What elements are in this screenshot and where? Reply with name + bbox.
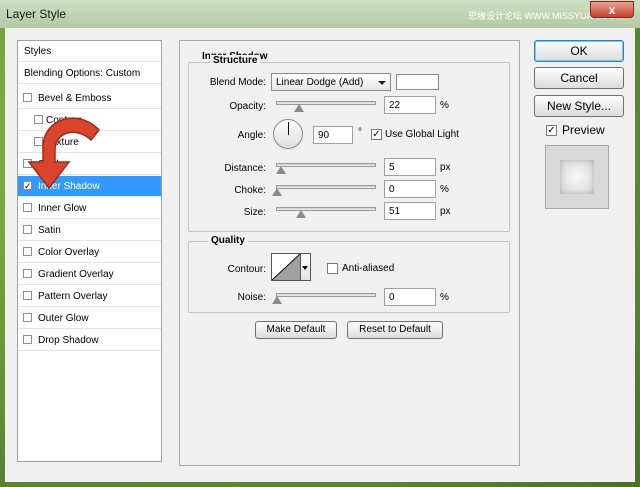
contour-preview[interactable] [271, 253, 301, 281]
noise-unit: % [440, 292, 449, 303]
style-item-pattern-overlay[interactable]: Pattern Overlay [18, 286, 161, 307]
window-title: Layer Style [6, 7, 67, 21]
inner-shadow-panel: Inner Shadow Structure Blend Mode: Linea… [179, 40, 520, 466]
slider-thumb[interactable] [275, 166, 286, 174]
distance-label: Distance: [224, 163, 266, 174]
opacity-slider[interactable] [276, 101, 376, 112]
size-label: Size: [243, 207, 266, 218]
style-preview [545, 145, 609, 209]
new-style-button[interactable]: New Style... [534, 95, 624, 117]
checkbox[interactable] [23, 335, 32, 344]
size-field[interactable]: 51 [384, 202, 436, 220]
contour-curve-icon [272, 254, 300, 280]
make-default-button[interactable]: Make Default [255, 321, 337, 339]
choke-slider[interactable] [272, 185, 376, 196]
style-item-outer-glow[interactable]: Outer Glow [18, 308, 161, 329]
style-item-drop-shadow[interactable]: Drop Shadow [18, 330, 161, 351]
use-global-light-label: Use Global Light [385, 129, 459, 140]
close-button[interactable]: x [590, 1, 634, 18]
noise-label: Noise: [237, 292, 266, 303]
ok-button[interactable]: OK [534, 40, 624, 62]
checkbox[interactable] [23, 269, 32, 278]
checkbox[interactable] [23, 203, 32, 212]
angle-field[interactable]: 90 [313, 126, 353, 144]
opacity-label: Opacity: [229, 101, 266, 112]
checkbox[interactable] [23, 93, 32, 102]
curved-arrow-icon [27, 117, 100, 190]
title-bar: Layer Style 思缘设计论坛 WWW.MISSYUAN.COM x [0, 0, 640, 28]
quality-title: Quality [208, 235, 248, 246]
chevron-down-icon [302, 266, 308, 270]
style-item-inner-glow[interactable]: Inner Glow [18, 198, 161, 219]
shadow-color-swatch[interactable] [396, 74, 439, 90]
slider-thumb[interactable] [272, 188, 282, 196]
checkbox[interactable] [23, 225, 32, 234]
noise-field[interactable]: 0 [384, 288, 436, 306]
choke-unit: % [440, 184, 449, 195]
preview-swatch [560, 160, 594, 194]
layer-style-dialog: Styles Blending Options: Custom Bevel & … [5, 28, 635, 482]
styles-list: Styles Blending Options: Custom Bevel & … [17, 40, 162, 462]
distance-unit: px [440, 162, 451, 173]
angle-dial[interactable] [273, 119, 303, 149]
use-global-light-checkbox[interactable]: ✓ [371, 129, 382, 140]
style-item-color-overlay[interactable]: Color Overlay [18, 242, 161, 263]
opacity-field[interactable]: 22 [384, 96, 436, 114]
blending-options-item[interactable]: Blending Options: Custom [18, 63, 161, 84]
checkbox[interactable] [23, 313, 32, 322]
choke-field[interactable]: 0 [384, 180, 436, 198]
blend-mode-select[interactable]: Linear Dodge (Add) [271, 73, 391, 91]
size-unit: px [440, 206, 451, 217]
distance-field[interactable]: 5 [384, 158, 436, 176]
style-item-bevel-emboss[interactable]: Bevel & Emboss [18, 88, 161, 109]
style-item-gradient-overlay[interactable]: Gradient Overlay [18, 264, 161, 285]
contour-label: Contour: [227, 264, 266, 275]
choke-label: Choke: [234, 185, 266, 196]
slider-thumb[interactable] [293, 104, 304, 112]
noise-slider[interactable] [272, 293, 376, 304]
blend-mode-label: Blend Mode: [209, 77, 266, 88]
cancel-button[interactable]: Cancel [534, 67, 624, 89]
contour-dropdown[interactable] [301, 253, 311, 281]
size-slider[interactable] [276, 207, 376, 218]
structure-title: Structure [210, 55, 261, 66]
slider-thumb[interactable] [295, 210, 306, 218]
angle-label: Angle: [237, 130, 266, 141]
opacity-unit: % [440, 100, 449, 111]
checkbox[interactable] [23, 291, 32, 300]
anti-aliased-label: Anti-aliased [342, 263, 395, 274]
preview-label: Preview [562, 123, 605, 137]
slider-thumb[interactable] [272, 296, 282, 304]
anti-aliased-checkbox[interactable] [327, 263, 338, 274]
style-item-satin[interactable]: Satin [18, 220, 161, 241]
chevron-down-icon [378, 81, 386, 85]
preview-checkbox[interactable]: ✓ [546, 125, 557, 136]
checkbox[interactable] [23, 247, 32, 256]
angle-unit: ° [358, 127, 362, 138]
styles-header[interactable]: Styles [18, 41, 161, 62]
reset-to-default-button[interactable]: Reset to Default [347, 321, 443, 339]
angle-hand [288, 122, 289, 135]
distance-slider[interactable] [275, 163, 376, 174]
